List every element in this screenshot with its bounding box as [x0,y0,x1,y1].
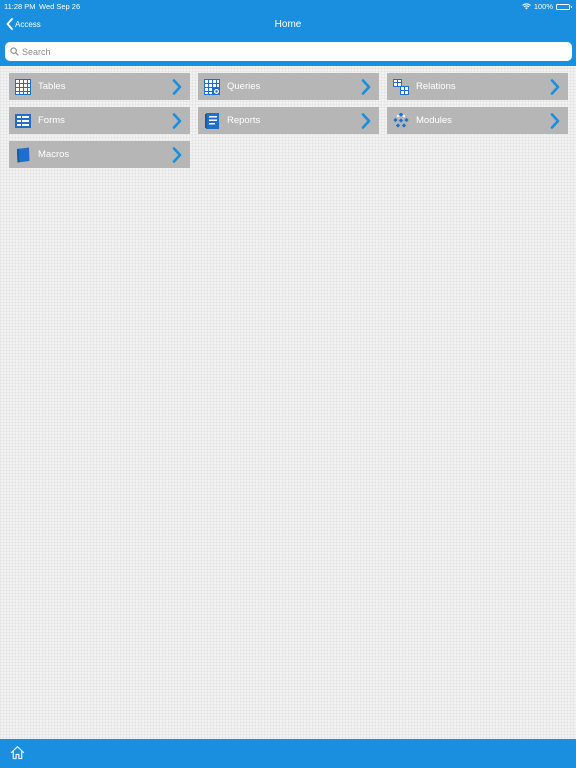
tile-macros[interactable]: Macros [9,141,190,168]
chevron-right-icon [361,79,371,95]
modules-icon [393,113,409,128]
tile-queries[interactable]: Queries [198,73,379,100]
tile-forms[interactable]: Forms [9,107,190,134]
top-bar: 11:28 PM Wed Sep 26 100% Access Home [0,0,576,66]
home-icon[interactable] [10,745,25,760]
queries-icon [204,79,220,95]
chevron-right-icon [172,113,182,129]
tile-modules[interactable]: Modules [387,107,568,134]
chevron-right-icon [172,147,182,163]
tile-label: Reports [227,115,261,126]
tile-reports[interactable]: Reports [198,107,379,134]
page-title: Home [274,19,302,30]
tile-label: Relations [416,81,456,92]
bottom-toolbar [0,739,576,768]
status-bar: 11:28 PM Wed Sep 26 100% [0,0,576,12]
tile-label: Macros [38,149,70,160]
tile-label: Queries [227,81,261,92]
status-right: 100% [522,2,572,11]
tile-label: Tables [38,81,66,92]
tables-icon [15,79,31,95]
status-time: 11:28 PM [4,2,36,11]
search-input[interactable] [22,46,562,57]
battery-icon [556,3,572,10]
search-icon [10,47,19,56]
macros-icon [17,147,30,163]
chevron-right-icon [361,113,371,129]
wifi-icon [522,3,531,10]
tile-label: Forms [38,115,65,126]
chevron-right-icon [172,79,182,95]
forms-icon [15,114,31,128]
search-bar[interactable] [5,42,572,61]
battery-percent: 100% [533,2,553,11]
chevron-right-icon [550,79,560,95]
nav-bar: Access Home [0,14,576,38]
tile-relations[interactable]: Relations [387,73,568,100]
tile-tables[interactable]: Tables [9,73,190,100]
tile-label: Modules [416,115,452,126]
status-date: Wed Sep 26 [39,2,81,11]
reports-icon [205,113,219,129]
chevron-right-icon [550,113,560,129]
relations-icon [393,79,409,95]
